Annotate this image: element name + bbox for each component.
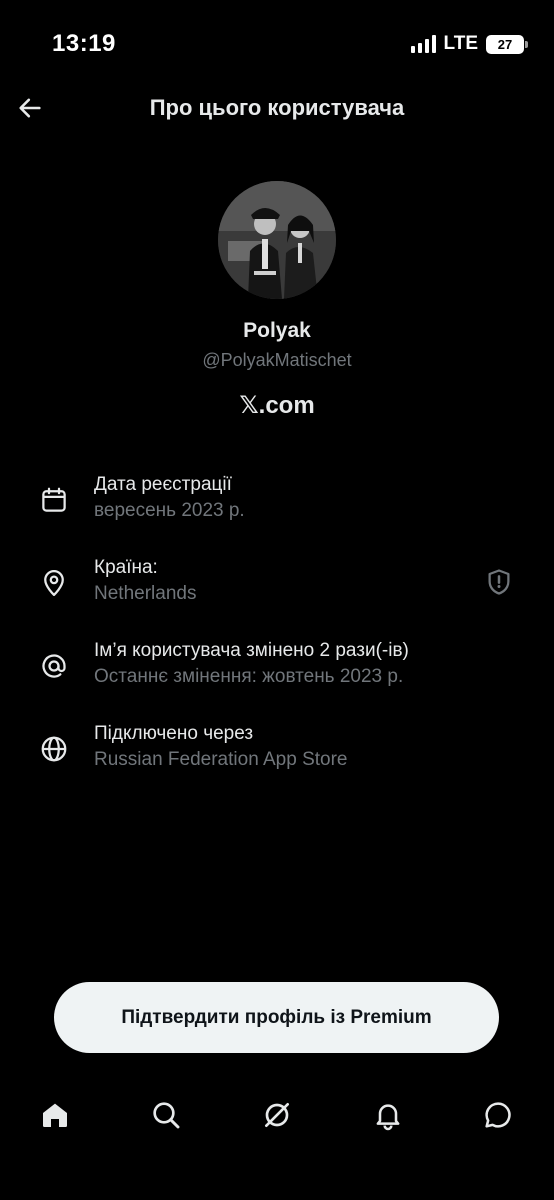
info-value: Останнє змінення: жовтень 2023 р. <box>94 666 404 687</box>
search-icon <box>153 1102 180 1129</box>
status-time: 13:19 <box>52 30 116 57</box>
bottom-tab-bar <box>0 1080 554 1150</box>
site-label: 𝕏.com <box>239 392 315 419</box>
info-value: Netherlands <box>94 583 197 604</box>
bell-icon <box>376 1104 400 1131</box>
tab-home[interactable] <box>35 1095 75 1135</box>
info-value: Russian Federation App Store <box>94 749 348 770</box>
network-type: LTE <box>443 33 478 54</box>
shield-alert-icon[interactable] <box>482 565 516 599</box>
tab-notifications[interactable] <box>368 1095 408 1135</box>
profile-photo <box>218 181 336 299</box>
info-title: Дата реєстрації <box>94 474 232 495</box>
verify-premium-label: Підтвердити профіль із Premium <box>121 1006 432 1028</box>
header: Про цього користувача <box>0 80 554 136</box>
battery-level: 27 <box>497 36 513 52</box>
tab-grok[interactable] <box>257 1095 297 1135</box>
calendar-icon <box>38 484 70 516</box>
location-pin-icon <box>38 567 70 599</box>
page-title: Про цього користувача <box>149 95 405 120</box>
info-title: Країна: <box>94 557 158 578</box>
home-icon <box>43 1103 67 1127</box>
at-sign-icon <box>38 650 70 682</box>
status-bar: 13:19 LTE 27 <box>0 0 554 80</box>
info-title: Ім’я користувача змінено 2 рази(-ів) <box>94 640 409 661</box>
status-indicators: LTE 27 <box>410 33 528 55</box>
info-value: вересень 2023 р. <box>94 500 245 521</box>
info-row-registration: Дата реєстрації вересень 2023 р. <box>0 474 554 534</box>
signal-strength-icon <box>410 35 436 53</box>
info-row-connected-via: Підключено через Russian Federation App … <box>0 723 554 783</box>
chat-bubble-icon <box>485 1102 511 1128</box>
user-handle: @PolyakMatischet <box>202 350 352 370</box>
tab-search[interactable] <box>146 1095 186 1135</box>
info-row-username-changes: Ім’я користувача змінено 2 рази(-ів) Ост… <box>0 640 554 700</box>
globe-icon <box>38 733 70 765</box>
avatar[interactable] <box>218 181 336 299</box>
info-row-country: Країна: Netherlands <box>0 557 554 617</box>
battery-icon: 27 <box>486 34 528 54</box>
info-title: Підключено через <box>94 723 254 744</box>
verify-premium-button[interactable]: Підтвердити профіль із Premium <box>54 982 499 1053</box>
display-name: Polyak <box>243 319 311 342</box>
tab-messages[interactable] <box>478 1095 518 1135</box>
grok-icon <box>265 1103 289 1127</box>
